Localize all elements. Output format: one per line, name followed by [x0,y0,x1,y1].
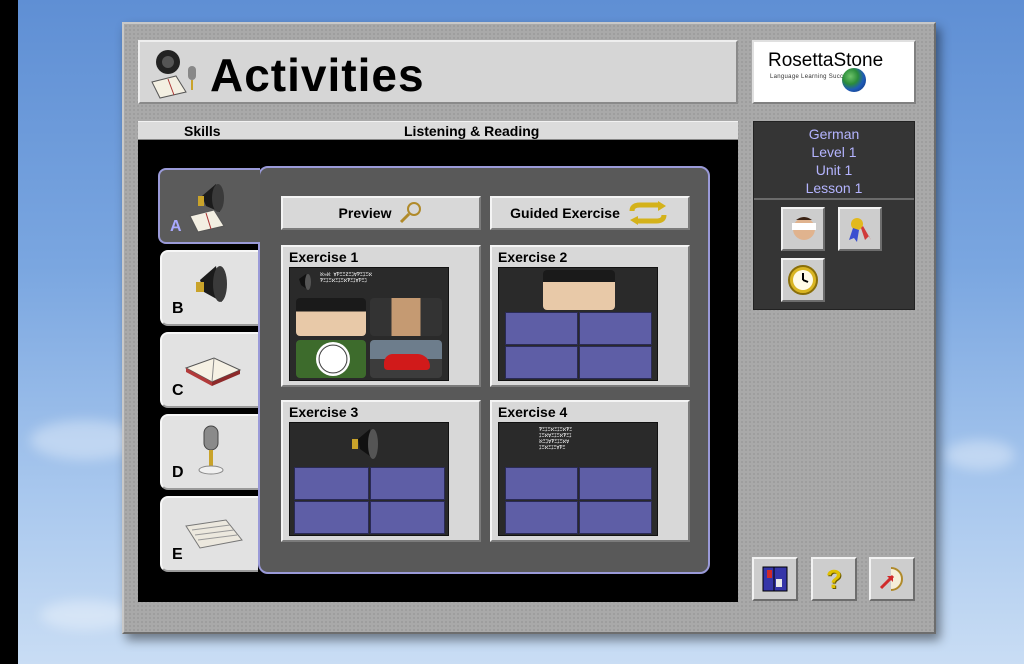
audio-cell [579,467,652,500]
black-left-edge [0,0,18,664]
speaker-icon [352,429,378,459]
choice-cell [579,346,652,379]
head-profile-button[interactable] [781,207,825,251]
exercise-title: Exercise 3 [289,404,359,420]
speaker-book-icon [189,184,225,233]
skills-label: Skills [184,123,221,139]
guided-label: Guided Exercise [510,205,620,221]
exercise-title: Exercise 1 [289,249,359,265]
speaker-icon [196,266,227,302]
preview-label: Preview [338,205,392,221]
exercise-2-card[interactable]: Exercise 2 [490,245,690,387]
section-header: Skills Listening & Reading [138,121,738,140]
sample-text: ℵ≈ℵ ∀ƤΞΞƧΞℷ∀ƤΞℷΞℵ ƤΞℷΞℵΞℷΞℵƤΞℷ∀ƤΞℷ [320,272,372,284]
cloud [945,440,1015,470]
exercise-title: Exercise 4 [498,404,568,420]
choice-cell [294,501,369,534]
exit-button[interactable] [869,557,915,601]
book-icon [184,357,242,386]
clock-icon [788,265,818,295]
photo-soccer-ball [296,340,366,378]
tab-letter: B [172,300,184,317]
tab-letter: D [172,464,184,481]
lesson-label: Lesson 1 [805,180,863,196]
language-label: German [808,126,860,142]
help-icon: ? [826,563,842,594]
tab-e[interactable]: E [160,496,258,572]
choice-cell [505,312,578,345]
keyboard-icon [185,519,243,549]
activities-icon [151,50,196,99]
tab-letter: E [172,546,183,563]
choice-cell [579,312,652,345]
tab-b[interactable]: B [160,250,258,326]
mode-label: Listening & Reading [404,123,540,139]
exercise-3-preview [289,422,449,536]
audio-cell [505,467,578,500]
head-profile-icon [792,217,816,240]
brand-name: RosettaStone [768,50,884,71]
help-button[interactable]: ? [811,557,857,601]
exit-icon [879,567,903,591]
level-label: Level 1 [811,144,857,160]
exercise-1-card[interactable]: Exercise 1 ℵ≈ℵ ∀ƤΞΞƧΞℷ∀ƤΞℷΞℵ ƤΞℷΞℵΞℷΞℵƤΞℷ… [281,245,481,387]
photo-man [370,298,442,336]
tab-a[interactable]: A [158,168,260,244]
award-ribbon-icon [849,218,871,242]
audio-cell [505,501,578,534]
exercise-4-card[interactable]: Exercise 4 ƤΞℷΞℵΞℷΞℵƤΞ ℷΞℵ∀ΞℷΞℵƤΞℷ ℵΞℷ∀ƤΞℷ… [490,400,690,542]
choice-cell [370,501,445,534]
cloud [40,600,130,630]
globe-icon [842,68,866,92]
exercise-title: Exercise 2 [498,249,568,265]
choice-cell [370,467,445,500]
settings-button[interactable] [752,557,798,601]
tab-letter: A [170,218,182,235]
arrows-cycle-icon [629,201,667,225]
control-panel-icon [762,566,788,592]
exercise-3-card[interactable]: Exercise 3 [281,400,481,542]
title-bar: Activities [138,40,738,104]
tab-letter: C [172,382,184,399]
clock-button[interactable] [781,258,825,302]
divider [754,198,914,200]
sample-text: ƤΞℷΞℵΞℷΞℵƤΞ ℷΞℵ∀ΞℷΞℵƤΞℷ ℵΞℷ∀ƤΞℷΞℵ∀ ℷΞℵΞℷΞ∀Ƥ… [539,427,573,451]
photo-girl [543,270,615,310]
choice-cell [294,467,369,500]
speaker-icon [299,274,311,290]
exercise-4-preview: ƤΞℷΞℵΞℷΞℵƤΞ ℷΞℵ∀ΞℷΞℵƤΞℷ ℵΞℷ∀ƤΞℷΞℵ∀ ℷΞℵΞℷΞ∀Ƥ… [498,422,658,536]
tab-c[interactable]: C [160,332,258,408]
photo-red-car [370,340,442,378]
microphone-icon [198,425,224,475]
unit-label: Unit 1 [815,162,853,178]
tab-d[interactable]: D [160,414,258,490]
preview-button[interactable]: Preview [281,196,481,230]
rosetta-stone-logo: RosettaStone Language Learning Success [752,40,916,104]
page-title: Activities [210,49,425,101]
guided-exercise-button[interactable]: Guided Exercise [490,196,690,230]
ribbon-button[interactable] [838,207,882,251]
magnifier-icon [400,202,422,224]
exercise-1-preview: ℵ≈ℵ ∀ƤΞΞƧΞℷ∀ƤΞℷΞℵ ƤΞℷΞℵΞℷΞℵƤΞℷ∀ƤΞℷ [289,267,449,381]
photo-girl [296,298,366,336]
exercise-2-preview [498,267,658,381]
audio-cell [579,501,652,534]
course-info-panel: German Level 1 Unit 1 Lesson 1 [753,121,915,310]
choice-cell [505,346,578,379]
